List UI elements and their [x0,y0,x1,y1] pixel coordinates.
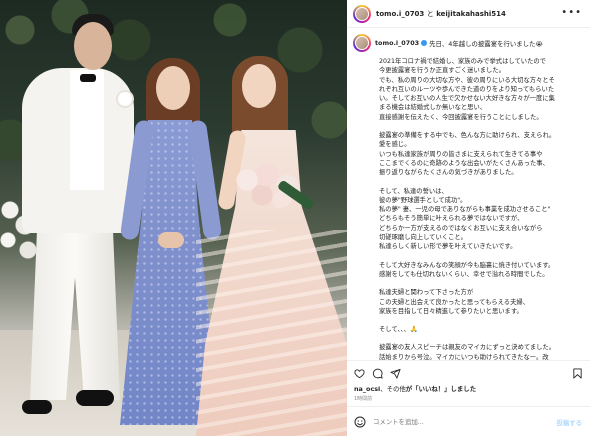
post-timestamp: 1時間前 [354,396,373,402]
likes-user-link[interactable]: na_ocsi [354,385,380,393]
bride-figure-head [242,64,276,108]
caption-line: 彼の夢"野球選手として成功"。 [379,196,467,204]
instagram-post: tomo.i_0703 と keijitakahashi514 ••• tomo… [0,0,590,436]
caption-username[interactable]: tomo.i_0703 [375,39,419,47]
caption-line: そして、、、🙏 [379,326,418,334]
caption-paragraph: そして、、、🙏 [379,325,584,334]
guest-figure-head [156,66,190,110]
caption-line: 私の夢" 妻、一児の母でありながらも事業を成功させること" [379,206,551,214]
caption-avatar-image [355,36,369,50]
caption-line: 直接感謝を伝えたく、今回披露宴を行うことにしました。 [379,113,543,121]
post-comment-button[interactable]: 投稿する [556,418,582,427]
post-header: tomo.i_0703 と keijitakahashi514 ••• [347,0,590,28]
caption-line: ここまでくるのに奇跡のような出会いがたくさんあった事、 [379,159,549,167]
caption-line: どちらもそう簡単に叶えられる夢ではないですが、 [379,215,524,223]
header-user2-link[interactable]: keijitakahashi514 [436,10,506,18]
likes-count-link[interactable]: が「いいね！」しました [406,385,476,393]
likes-text-mid: 、その他 [380,385,406,393]
caption-line: 2021年コロナ禍で結婚し、家族のみで挙式はしていたので [379,58,546,65]
post-side-panel: tomo.i_0703 と keijitakahashi514 ••• tomo… [347,0,590,436]
heart-icon[interactable] [354,368,365,379]
groom-figure-head [74,22,112,70]
caption-line: この夫婦と出会えて良かったと思ってもらえる夫婦、 [379,298,529,306]
caption-paragraph: 2021年コロナ禍で結婚し、家族のみで挙式はしていたので 今更披露宴を行うか正直す… [379,57,584,122]
header-joiner: と [426,9,434,18]
bride-figure-ruffles [196,230,347,436]
caption-paragraph: 披露宴の準備をする中でも、色んな方に助けられ、支えられ。 愛を感じ。 いつも私達家族… [379,131,584,177]
caption-line: 愛を感じ。 [379,141,411,149]
caption-line: まる機会は結婚式しか無いなと思い、 [379,104,487,112]
groom-figure-shirt [70,70,104,190]
caption-line: 私達夫婦と関わって下さった方が [379,289,474,297]
post-photo[interactable] [0,0,347,436]
action-bar [347,360,590,384]
comment-icon[interactable] [372,368,383,379]
verified-icon [421,40,428,46]
groom-figure-boutonniere [118,92,132,106]
comment-input[interactable] [373,417,523,426]
caption-line: 披露宴の友人スピーチは親友のマイカにずっと決めてました。 [379,344,556,352]
caption-line: 今更披露宴を行うか正直すごく迷いました。 [379,67,505,75]
caption-line: 振り返りながらたくさんの気づきがありました。 [379,169,518,177]
caption-body: 2021年コロナ禍で結婚し、家族のみで挙式はしていたので 今更披露宴を行うか正直す… [379,57,584,360]
caption-line: い。そしてお互いの人生で欠かせない大好きな方々が一度に集 [379,95,555,103]
caption-line: 私達らしく新しい形で夢を叶えていきたいです。 [379,243,517,251]
caption-paragraph: そして、私達の誓いは、 彼の夢"野球選手として成功"。私の夢" 妻、一児の母であり… [379,187,584,252]
caption-line: れぞれ互いのルーツや歩んできた道のりをより知ってもらいた [379,85,555,93]
caption-header: tomo.i_0703 先日、4年越しの披露宴を行いました😭 [353,34,584,52]
groom-figure-bowtie [80,74,96,82]
caption-avatar[interactable] [353,34,371,52]
more-icon[interactable]: ••• [561,8,582,18]
caption-line: でも、私の周りの大切な方や、彼の周りにいる大切な方々とそ [379,76,555,84]
header-usernames: tomo.i_0703 と keijitakahashi514 [376,9,506,19]
groom-figure-shoe [76,390,114,406]
caption-area: tomo.i_0703 先日、4年越しの披露宴を行いました😭 2021年コロナ禍… [347,28,590,360]
bookmark-icon[interactable] [572,368,583,379]
caption-first-line: 先日、4年越しの披露宴を行いました😭 [429,39,543,48]
likes-text: na_ocsi、その他が「いいね！」しました [354,384,476,393]
author-avatar[interactable] [353,4,371,23]
caption-line: どちらか一方が支えるのではなくお互いに支え合いながら [379,224,543,232]
caption-line: 切磋琢磨し向上していくこと。 [379,234,467,242]
caption-line: 家族を目指して日々精進して参りたいと思います。 [379,307,523,315]
guest-figure-hands [158,232,184,248]
caption-line: そして大好きなみんなの笑顔が今も脳裏に焼き付いています。 [379,261,555,269]
emoji-icon[interactable] [354,416,366,428]
share-icon[interactable] [390,368,401,379]
caption-line: いつも私達家族が周りの皆さまに支えられて生きてる事や [379,150,543,158]
comment-bar: 投稿する [347,406,590,436]
caption-paragraph: 私達夫婦と関わって下さった方が この夫婦と出会えて良かったと思ってもらえる夫婦、家… [379,288,584,316]
caption-line: 感謝をしても仕切れないくらい、幸せで溢れる時間でした。 [379,270,549,278]
caption-line: 披露宴の準備をする中でも、色んな方に助けられ、支えられ。 [379,132,556,140]
caption-paragraph: 披露宴の友人スピーチは親友のマイカにずっと決めてました。 話始まりから号泣。マイカ… [379,343,584,360]
header-user1-link[interactable]: tomo.i_0703 [376,10,424,18]
caption-line: そして、私達の誓いは、 [379,187,448,195]
groom-figure-shoe [22,400,52,414]
author-avatar-image [355,6,369,21]
caption-line: 話始まりから号泣。マイカにいつも助けられてきたなー。改 [379,353,549,360]
caption-paragraph: そして大好きなみんなの笑顔が今も脳裏に焼き付いています。 感謝をしても仕切れないく… [379,261,584,280]
